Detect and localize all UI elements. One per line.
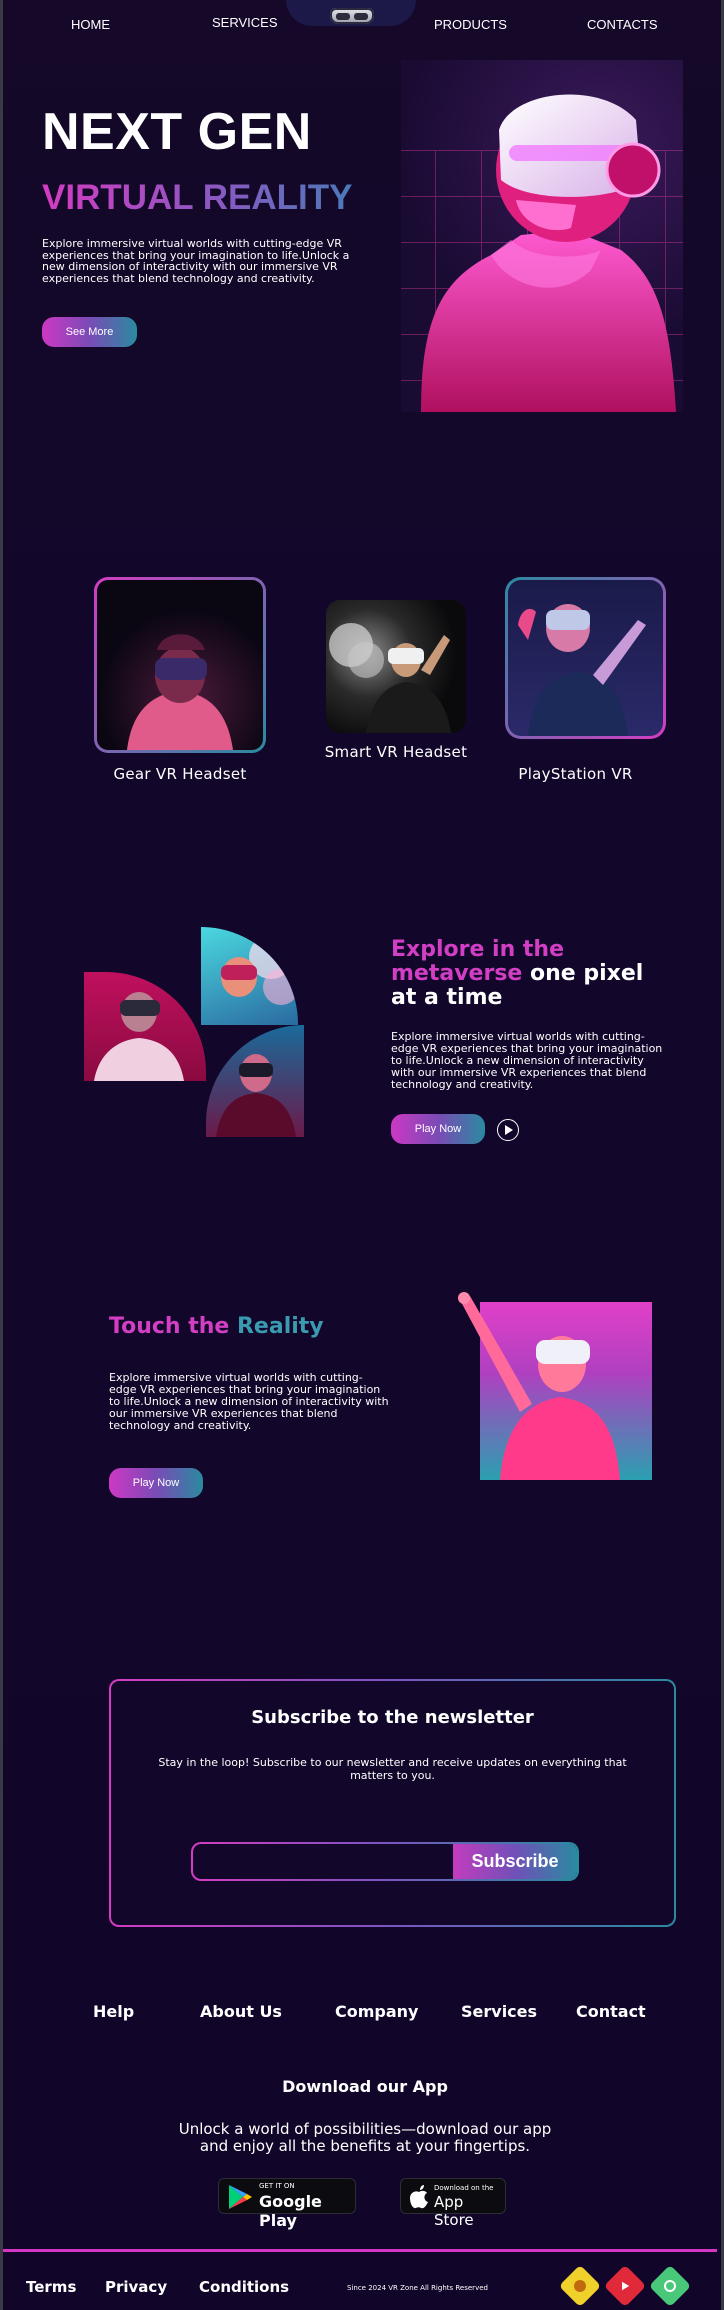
collage-image-left: [84, 972, 206, 1081]
vr-person-illustration: [421, 94, 676, 412]
footer-terms-link[interactable]: Terms: [26, 2278, 76, 2296]
footer-divider: [3, 2249, 717, 2252]
newsletter-box: Subscribe to the newsletter Stay in the …: [109, 1679, 676, 1927]
product-card-smart-vr[interactable]: [326, 600, 466, 733]
explore-title: Explore in the metaverse one pixel at a …: [391, 938, 643, 1010]
hero-description: Explore immersive virtual worlds with cu…: [42, 237, 350, 285]
nav-products-link[interactable]: PRODUCTS: [434, 17, 507, 32]
product-card-playstation-vr[interactable]: [505, 577, 666, 739]
touch-title-part1: Touch the: [109, 1314, 237, 1339]
download-description: Unlock a world of possibilities—download…: [178, 2120, 552, 2155]
nav-contacts-link[interactable]: CONTACTS: [587, 17, 658, 32]
newsletter-form: Subscribe: [191, 1842, 579, 1881]
product-label-playstation-vr: PlayStation VR: [518, 765, 633, 783]
footer-link-services[interactable]: Services: [461, 2002, 537, 2021]
top-nav: HOME SERVICES PRODUCTS CONTACTS: [3, 0, 721, 44]
yellow-diamond-icon[interactable]: [558, 2264, 602, 2308]
smart-vr-person-image: [329, 623, 451, 733]
apple-icon: [410, 2185, 428, 2209]
collage-image-top: [201, 927, 298, 1025]
explore-description: Explore immersive virtual worlds with cu…: [391, 1030, 663, 1091]
nav-home-link[interactable]: HOME: [71, 17, 110, 32]
footer-privacy-link[interactable]: Privacy: [105, 2278, 167, 2296]
footer-conditions-link[interactable]: Conditions: [199, 2278, 289, 2296]
touch-description: Explore immersive virtual worlds with cu…: [109, 1371, 389, 1432]
google-play-icon: [229, 2185, 252, 2209]
download-title: Download our App: [282, 2077, 448, 2096]
product-card-gear-vr[interactable]: [94, 577, 266, 753]
footer-link-contact[interactable]: Contact: [576, 2002, 646, 2021]
copyright-text: Since 2024 VR Zone All Rights Reserved: [347, 2284, 488, 2292]
newsletter-description: Stay in the loop! Subscribe to our newsl…: [158, 1756, 627, 1782]
hero-vr-image: [401, 60, 683, 412]
footer-link-help[interactable]: Help: [93, 2002, 134, 2021]
explore-play-now-button[interactable]: Play Now: [391, 1114, 485, 1144]
hero-subtitle: VIRTUAL REALITY: [42, 178, 353, 217]
gear-vr-person-image: [127, 634, 233, 750]
page-frame: HOME SERVICES PRODUCTS CONTACTS NEXT GEN…: [0, 0, 724, 2310]
play-circle-icon[interactable]: [497, 1119, 519, 1141]
explore-title-part4: at a time: [391, 985, 503, 1010]
see-more-button[interactable]: See More: [42, 317, 137, 347]
app-store-badge[interactable]: Download on the App Store: [400, 2178, 506, 2229]
touch-title: Touch the Reality: [109, 1314, 324, 1339]
product-label-gear-vr: Gear VR Headset: [113, 765, 247, 783]
collage-image-bottom: [206, 1025, 304, 1137]
newsletter-title: Subscribe to the newsletter: [251, 1707, 534, 1728]
footer-link-about-us[interactable]: About Us: [200, 2002, 282, 2021]
hero-title: NEXT GEN: [42, 103, 312, 161]
explore-title-part3: one pixel: [522, 961, 644, 986]
footer-link-company[interactable]: Company: [335, 2002, 418, 2021]
touch-play-now-button[interactable]: Play Now: [109, 1468, 203, 1498]
youtube-icon[interactable]: [603, 2264, 647, 2308]
nav-services-link[interactable]: SERVICES: [212, 15, 278, 30]
vr-logo-icon[interactable]: [330, 8, 374, 24]
product-label-smart-vr: Smart VR Headset: [324, 743, 468, 761]
subscribe-button[interactable]: Subscribe: [453, 1844, 577, 1879]
google-play-badge[interactable]: GET IT ON Google Play: [218, 2178, 356, 2230]
newsletter-email-input[interactable]: [193, 1844, 453, 1879]
explore-title-part2: metaverse: [391, 961, 523, 986]
green-diamond-icon[interactable]: [648, 2264, 692, 2308]
playstation-vr-person-image: [518, 604, 646, 736]
explore-title-part1: Explore in the: [391, 937, 565, 962]
touch-reality-image: [450, 1292, 652, 1480]
touch-title-part2: Reality: [236, 1314, 324, 1339]
